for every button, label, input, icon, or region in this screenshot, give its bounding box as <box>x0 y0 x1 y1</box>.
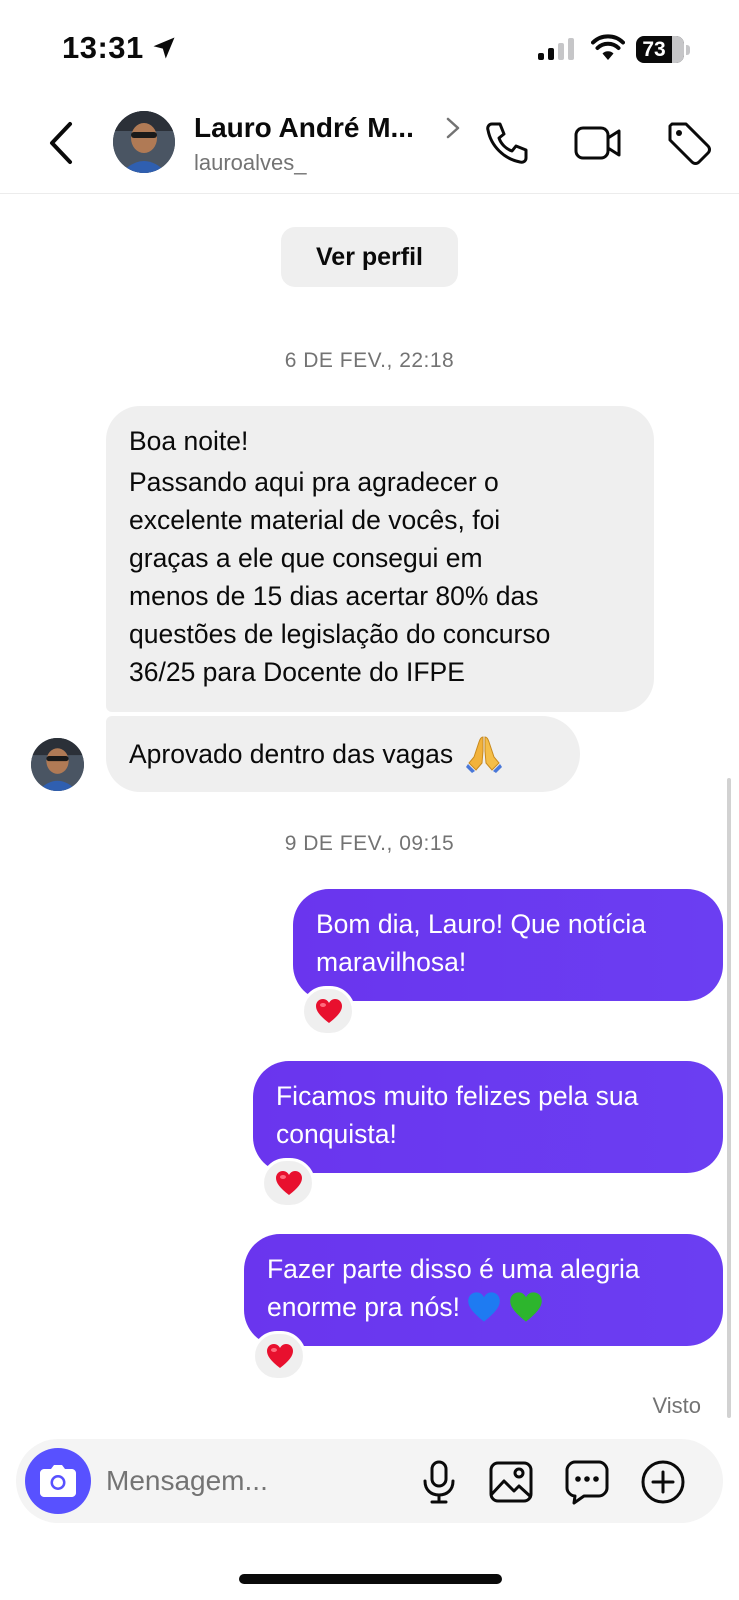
sticker-icon[interactable] <box>564 1459 610 1505</box>
message-line: enorme pra nós! <box>267 1292 460 1322</box>
message-line: graças a ele que consegui em <box>129 543 483 573</box>
heart-icon <box>276 1171 302 1195</box>
message-line: excelente material de vocês, foi <box>129 505 501 535</box>
blue-heart-icon <box>468 1292 501 1322</box>
message-line: Bom dia, Lauro! Que notícia <box>316 909 646 939</box>
seen-status: Visto <box>652 1393 701 1418</box>
heart-reaction[interactable] <box>261 1158 315 1208</box>
message-text: Aprovado dentro das vagas <box>129 739 454 769</box>
message-line: Passando aqui pra agradecer o <box>129 467 499 497</box>
message-timestamp: 9 DE FEV., 09:15 <box>284 832 455 855</box>
wifi-icon <box>591 34 625 60</box>
outgoing-message[interactable]: Bom dia, Lauro! Que notícia maravilhosa! <box>293 889 723 1001</box>
contact-avatar[interactable] <box>113 111 175 173</box>
message-timestamp: 6 DE FEV., 22:18 <box>284 349 455 372</box>
contact-name[interactable]: Lauro André M... <box>194 112 414 144</box>
scrollbar[interactable] <box>727 778 731 1418</box>
battery-icon: 73 <box>636 36 690 63</box>
message-line: maravilhosa! <box>316 947 467 977</box>
green-heart-icon <box>509 1292 542 1322</box>
message-line: 36/25 para Docente do IFPE <box>129 657 465 687</box>
outgoing-message[interactable]: Fazer parte disso é uma alegria enorme p… <box>244 1234 723 1346</box>
message-line: Ficamos muito felizes pela sua <box>276 1081 639 1111</box>
battery-level: 73 <box>642 38 666 61</box>
message-composer <box>16 1439 723 1523</box>
message-input[interactable] <box>106 1457 406 1505</box>
back-chevron-icon[interactable] <box>42 120 82 166</box>
heart-icon <box>316 999 342 1023</box>
gallery-icon[interactable] <box>488 1459 534 1505</box>
chevron-right-icon[interactable] <box>444 115 462 141</box>
microphone-icon[interactable] <box>416 1459 462 1505</box>
tag-icon[interactable] <box>664 118 714 168</box>
message-line: questões de legislação do concurso <box>129 619 551 649</box>
message-line: conquista! <box>276 1119 397 1149</box>
incoming-message[interactable]: Aprovado dentro das vagas <box>106 716 580 792</box>
outgoing-message[interactable]: Ficamos muito felizes pela sua conquista… <box>253 1061 723 1173</box>
phone-call-icon[interactable] <box>482 118 532 168</box>
view-profile-button[interactable]: Ver perfil <box>281 227 458 287</box>
contact-username: lauroalves_ <box>194 150 307 175</box>
location-arrow-icon <box>153 37 175 59</box>
heart-reaction[interactable] <box>252 1331 306 1381</box>
add-icon[interactable] <box>640 1459 686 1505</box>
heart-reaction[interactable] <box>301 986 355 1036</box>
status-bar: 13:31 73 <box>0 0 739 100</box>
praying-hands-icon <box>466 736 503 773</box>
message-line: Fazer parte disso é uma alegria <box>267 1254 640 1284</box>
heart-icon <box>267 1344 293 1368</box>
sender-avatar[interactable] <box>31 738 84 791</box>
camera-icon <box>40 1465 76 1497</box>
cellular-signal-icon <box>538 38 574 60</box>
video-call-icon[interactable] <box>573 118 623 168</box>
message-line: Boa noite! <box>129 426 249 456</box>
chat-header: Lauro André M... lauroalves_ <box>0 100 739 194</box>
incoming-message[interactable]: Boa noite! Passando aqui pra agradecer o… <box>106 406 654 712</box>
home-indicator <box>239 1574 502 1584</box>
message-line-with-emoji: enorme pra nós! <box>267 1288 701 1326</box>
status-time: 13:31 <box>62 30 144 65</box>
message-line: menos de 15 dias acertar 80% das <box>129 581 539 611</box>
camera-button[interactable] <box>25 1448 91 1514</box>
